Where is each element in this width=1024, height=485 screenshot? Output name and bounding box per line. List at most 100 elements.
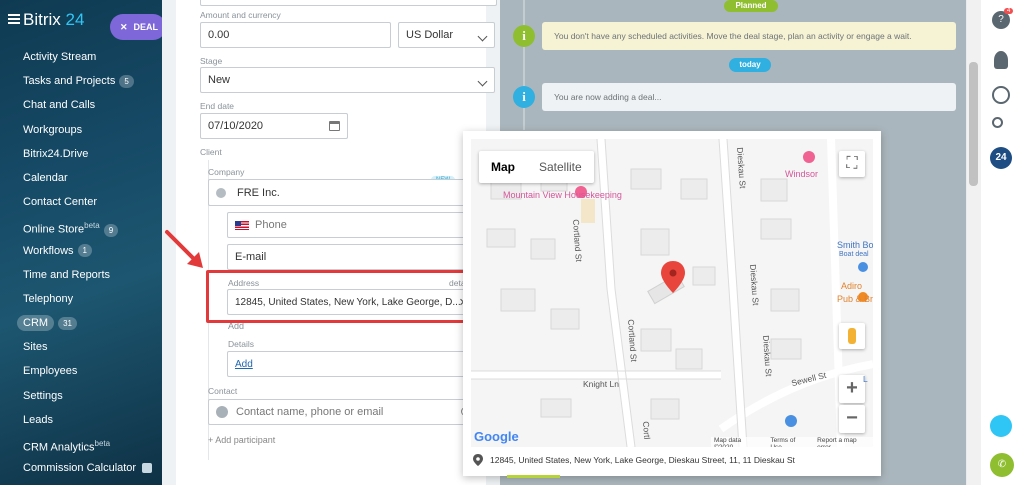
contact-input[interactable]: Contact name, phone or email (208, 399, 478, 425)
google-logo: Google (474, 429, 519, 444)
details-box: Add (227, 351, 478, 377)
stage-label: Stage (200, 56, 223, 66)
scrollbar-thumb[interactable] (969, 62, 978, 186)
poi-smith[interactable]: Smith Bo (837, 240, 873, 250)
sidebar-item-online-store[interactable]: Online Storebeta 9 (0, 214, 162, 238)
deal-form-panel: Amount and currency 0.00 US Dollar Stage… (162, 0, 508, 485)
zoom-out-button[interactable]: − (839, 405, 865, 433)
map-streets (471, 139, 873, 447)
sidebar-item-time-reports[interactable]: Time and Reports (0, 263, 162, 287)
counter-badge: 31 (58, 316, 77, 330)
street-label: L (863, 374, 868, 384)
terms-link[interactable]: Terms of Use (770, 437, 807, 447)
app-logo[interactable]: Bitrix 24 (23, 10, 84, 30)
progress-indicator (507, 475, 560, 478)
poi-windsor[interactable]: Windsor (785, 169, 818, 179)
amount-input[interactable]: 0.00 (200, 22, 391, 48)
bell-icon[interactable] (994, 51, 1008, 69)
poi-adirondack-sub: Pub & Br (837, 294, 873, 304)
chat-icon[interactable] (992, 86, 1010, 104)
fullscreen-icon[interactable]: ⛶ (839, 151, 865, 177)
close-icon: ✕ (120, 21, 128, 32)
map-type-tabs: Map Satellite (479, 151, 594, 183)
sidebar-item-telephony[interactable]: Telephony (0, 287, 162, 311)
us-flag-icon (235, 220, 249, 230)
location-pin-icon (473, 454, 483, 466)
address-highlight-box (206, 270, 471, 323)
sidebar-item-activity-stream[interactable]: Activity Stream (0, 45, 162, 69)
details-label: Details (228, 339, 254, 349)
company-input[interactable]: FRE Inc. (208, 179, 478, 206)
sidebar-item-workflows[interactable]: Workflows 1 (0, 239, 162, 263)
map-canvas[interactable]: Map Satellite ⛶ + − Mountain View Housek… (471, 139, 873, 447)
calendar-icon[interactable] (329, 121, 340, 131)
person-icon (216, 406, 228, 418)
counter-badge: 9 (103, 223, 119, 237)
menu-icon[interactable] (8, 14, 20, 24)
sidebar-item-tasks[interactable]: Tasks and Projects 5 (0, 69, 162, 93)
sidebar-item-contact-center[interactable]: Contact Center (0, 190, 162, 214)
company-icon (216, 188, 226, 198)
sidebar-item-commission-calculator[interactable]: Commission Calculator (0, 456, 162, 480)
chevron-down-icon (477, 76, 488, 87)
title-field[interactable] (200, 0, 497, 6)
poi-housekeeping[interactable]: Mountain View Housekeeping (503, 190, 622, 200)
street-label: Cortl (641, 421, 653, 440)
sidebar-item-employees[interactable]: Employees (0, 359, 162, 383)
left-sidebar: Bitrix 24 ✕ DEAL Activity Stream Tasks an… (0, 0, 162, 485)
timeline-line (523, 0, 525, 130)
counter-badge: 1 (77, 244, 92, 258)
sidebar-item-crm-analytics[interactable]: CRM Analyticsbeta (0, 432, 162, 456)
sidebar-item-drive[interactable]: Bitrix24.Drive (0, 142, 162, 166)
add-participant-link[interactable]: + Add participant (208, 435, 275, 445)
deal-form-card: Amount and currency 0.00 US Dollar Stage… (176, 0, 508, 485)
sidebar-item-sites[interactable]: Sites (0, 335, 162, 359)
report-error-link[interactable]: Report a map error (817, 437, 870, 447)
today-pill: today (729, 58, 771, 72)
info-icon: i (513, 25, 535, 47)
end-date-input[interactable]: 07/10/2020 (200, 113, 348, 139)
sidebar-item-calendar[interactable]: Calendar (0, 166, 162, 190)
sidebar-menu: Activity Stream Tasks and Projects 5 Chat… (0, 45, 162, 480)
sidebar-item-chat[interactable]: Chat and Calls (0, 93, 162, 117)
exit-icon[interactable] (990, 415, 1012, 437)
today-card: You are now adding a deal... (542, 83, 956, 111)
calculator-icon (142, 463, 153, 474)
zoom-in-button[interactable]: + (839, 375, 865, 403)
client-label: Client (200, 147, 222, 157)
email-input[interactable]: E-mail (227, 244, 478, 270)
sidebar-item-leads[interactable]: Leads (0, 408, 162, 432)
search-icon[interactable] (992, 117, 1003, 128)
amount-label: Amount and currency (200, 10, 281, 20)
currency-select[interactable]: US Dollar (398, 22, 495, 48)
planned-card: You don't have any scheduled activities.… (542, 22, 956, 50)
contact-label: Contact (208, 386, 238, 396)
bitrix24-icon[interactable]: 24 (990, 147, 1012, 169)
phone-input[interactable]: Phone (227, 212, 478, 238)
map-popup: Map Satellite ⛶ + − Mountain View Housek… (463, 131, 881, 476)
counter-badge: 5 (119, 74, 134, 88)
right-rail: ? 4 24 ✆ (966, 0, 1024, 485)
sidebar-item-crm[interactable]: CRM 31 (0, 311, 162, 335)
tab-map[interactable]: Map (479, 151, 527, 183)
end-date-label: End date (200, 101, 235, 111)
map-address-bar: 12845, United States, New York, Lake Geo… (471, 449, 873, 471)
help-badge: 4 (1004, 8, 1014, 14)
sidebar-item-settings[interactable]: Settings (0, 384, 162, 408)
pegman-icon[interactable] (839, 323, 865, 349)
create-deal-button[interactable]: ✕ DEAL (110, 14, 162, 40)
scrollbar[interactable] (967, 0, 981, 485)
poi-smith-sub: Boat deal (839, 251, 869, 258)
red-arrow-annotation (165, 230, 203, 268)
phone-icon[interactable]: ✆ (990, 453, 1014, 477)
details-add-link[interactable]: Add (235, 359, 253, 370)
tab-satellite[interactable]: Satellite (527, 151, 594, 183)
stage-select[interactable]: New (200, 67, 495, 93)
planned-pill: Planned (724, 0, 778, 12)
company-label: Company (208, 167, 245, 177)
poi-adirondack[interactable]: Adiro (841, 281, 862, 291)
sidebar-item-workgroups[interactable]: Workgroups (0, 118, 162, 142)
map-footer: Map data ©2020 Terms of Use Report a map… (711, 437, 873, 447)
info-icon: i (513, 86, 535, 108)
street-label: Knight Ln (583, 379, 619, 389)
